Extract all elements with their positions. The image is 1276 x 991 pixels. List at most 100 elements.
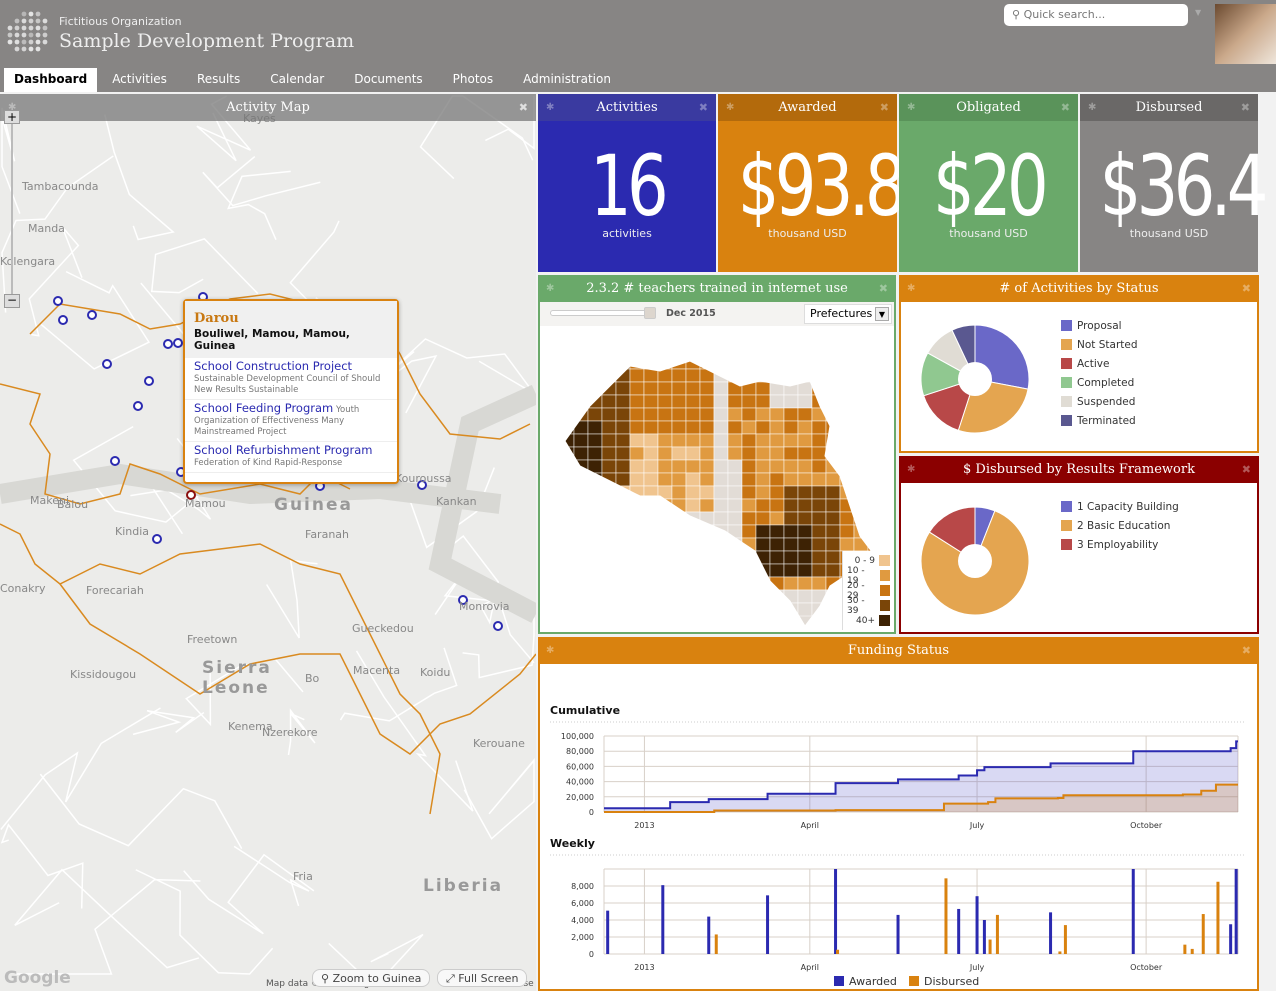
nav-tab-results[interactable]: Results [182,68,255,92]
prefecture-region[interactable] [560,576,575,591]
prefecture-region[interactable] [671,446,687,461]
activity-marker[interactable] [493,621,503,631]
prefecture-region[interactable] [615,433,631,448]
prefecture-region[interactable] [727,589,743,604]
close-icon[interactable]: ✖ [699,94,708,121]
prefecture-region[interactable] [587,381,603,396]
prefecture-region[interactable] [573,563,589,578]
close-icon[interactable]: ✖ [1242,275,1251,302]
prefecture-region[interactable] [587,563,603,578]
prefecture-region[interactable] [601,524,617,539]
prefecture-region[interactable] [560,602,575,617]
prefecture-region[interactable] [643,524,659,539]
bar-disbursed[interactable] [1063,925,1067,954]
prefecture-region[interactable] [657,420,673,435]
prefecture-region[interactable] [671,485,687,500]
prefecture-region[interactable] [573,485,589,500]
prefecture-region[interactable] [797,550,813,565]
prefecture-region[interactable] [573,550,589,565]
prefecture-region[interactable] [867,524,882,539]
prefecture-region[interactable] [867,498,882,513]
prefecture-region[interactable] [629,550,645,565]
prefecture-region[interactable] [671,394,687,409]
prefecture-region[interactable] [713,407,729,422]
gear-icon[interactable]: ✱ [907,456,915,483]
prefecture-region[interactable] [573,498,589,513]
prefecture-region[interactable] [839,394,855,409]
prefecture-region[interactable] [629,589,645,604]
prefecture-region[interactable] [755,511,771,526]
prefecture-region[interactable] [699,394,715,409]
bar-disbursed[interactable] [714,934,718,954]
prefecture-region[interactable] [783,485,799,500]
prefecture-region[interactable] [560,511,575,526]
prefecture-region[interactable] [657,485,673,500]
prefecture-region[interactable] [573,433,589,448]
prefecture-region[interactable] [699,368,715,383]
prefecture-region[interactable] [601,498,617,513]
prefecture-region[interactable] [685,550,701,565]
prefecture-region[interactable] [699,381,715,396]
prefecture-region[interactable] [657,433,673,448]
prefecture-region[interactable] [727,356,743,370]
prefecture-region[interactable] [769,446,785,461]
prefecture-region[interactable] [769,589,785,604]
bar-disbursed[interactable] [1216,881,1220,954]
prefecture-region[interactable] [727,498,743,513]
prefecture-region[interactable] [671,524,687,539]
prefecture-region[interactable] [783,433,799,448]
prefecture-region[interactable] [629,602,645,617]
prefecture-region[interactable] [755,602,771,617]
prefecture-region[interactable] [699,498,715,513]
prefecture-region[interactable] [560,394,575,409]
prefecture-region[interactable] [727,446,743,461]
prefecture-region[interactable] [853,498,869,513]
prefecture-region[interactable] [573,537,589,552]
prefecture-region[interactable] [741,524,757,539]
prefecture-region[interactable] [713,420,729,435]
prefecture-region[interactable] [811,420,827,435]
prefecture-region[interactable] [560,446,575,461]
prefecture-region[interactable] [560,498,575,513]
prefecture-region[interactable] [685,407,701,422]
prefecture-region[interactable] [587,407,603,422]
prefecture-region[interactable] [755,433,771,448]
bar-awarded[interactable] [834,869,838,954]
bar-disbursed[interactable] [836,949,840,954]
prefecture-region[interactable] [797,602,813,617]
prefecture-region[interactable] [797,446,813,461]
prefecture-region[interactable] [825,368,841,383]
prefecture-region[interactable] [811,381,827,396]
prefecture-region[interactable] [685,420,701,435]
prefecture-region[interactable] [685,563,701,578]
prefecture-region[interactable] [629,498,645,513]
prefecture-region[interactable] [615,381,631,396]
prefecture-region[interactable] [769,537,785,552]
bar-awarded[interactable] [975,896,979,954]
prefecture-region[interactable] [839,498,855,513]
prefecture-region[interactable] [769,356,785,370]
prefecture-region[interactable] [643,381,659,396]
prefecture-region[interactable] [699,472,715,487]
prefecture-region[interactable] [643,472,659,487]
close-icon[interactable]: ✖ [880,94,889,121]
prefecture-region[interactable] [825,485,841,500]
prefecture-region[interactable] [713,446,729,461]
prefecture-region[interactable] [699,602,715,617]
prefecture-region[interactable] [560,368,575,383]
prefecture-region[interactable] [755,537,771,552]
bar-awarded[interactable] [1234,869,1238,954]
bar-awarded[interactable] [896,914,900,954]
prefecture-region[interactable] [685,602,701,617]
prefecture-region[interactable] [839,356,855,370]
nav-tab-calendar[interactable]: Calendar [255,68,339,92]
prefecture-region[interactable] [657,589,673,604]
date-slider[interactable] [550,310,650,316]
prefecture-region[interactable] [657,394,673,409]
prefecture-region[interactable] [755,381,771,396]
prefecture-region[interactable] [853,394,869,409]
prefecture-region[interactable] [825,381,841,396]
close-icon[interactable]: ✖ [519,94,528,121]
gear-icon[interactable]: ✱ [546,637,554,664]
prefecture-region[interactable] [741,368,757,383]
